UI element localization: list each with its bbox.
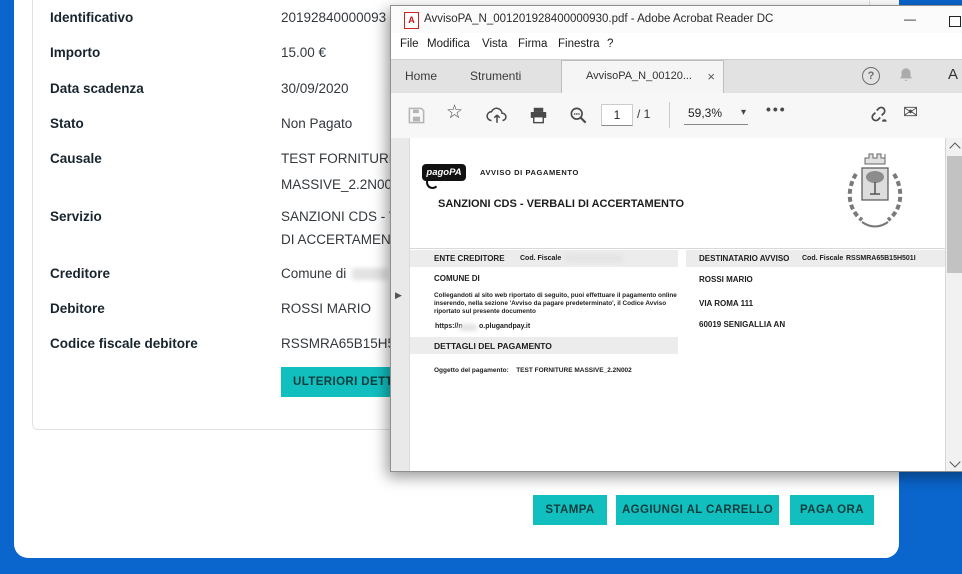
toolbar-divider	[669, 102, 670, 128]
bell-icon[interactable]	[897, 66, 915, 84]
destinatario-label: DESTINATARIO AVVISO	[699, 254, 789, 263]
pagopa-logo-tail	[426, 176, 439, 189]
stampa-button[interactable]: STAMPA	[533, 495, 607, 525]
window-title: AvvisoPA_N_001201928400000930.pdf - Adob…	[424, 13, 773, 25]
pdf-header-label: AVVISO DI PAGAMENTO	[480, 168, 579, 177]
scrollbar-thumb[interactable]	[947, 156, 962, 273]
page-number-input[interactable]: 1	[601, 104, 633, 126]
tab-home[interactable]: Home	[405, 69, 437, 83]
ente-cf-label: Cod. Fiscale	[520, 255, 561, 262]
payment-url-redacted	[460, 324, 477, 331]
menu-firma[interactable]: Firma	[518, 38, 547, 50]
creditore-redacted-text	[352, 268, 388, 280]
share-link-icon[interactable]	[868, 104, 889, 124]
field-label-servizio: Servizio	[50, 209, 102, 224]
ente-cf-redacted	[565, 255, 623, 262]
search-zoom-icon[interactable]	[569, 106, 588, 125]
ente-creditore-label: ENTE CREDITORE	[434, 254, 505, 263]
field-value-creditore: Comune di	[281, 266, 346, 281]
menu-vista[interactable]: Vista	[482, 38, 507, 50]
minimize-button[interactable]: —	[899, 12, 921, 28]
paga-ora-button[interactable]: PAGA ORA	[790, 495, 874, 525]
menu-help[interactable]: ?	[607, 38, 613, 50]
ente-paragraph-line1: Collegandoti al sito web riportato di se…	[434, 292, 677, 300]
field-value-data-scadenza: 30/09/2020	[281, 81, 349, 96]
account-label[interactable]: A	[948, 66, 958, 83]
field-value-stato: Non Pagato	[281, 116, 352, 131]
zoom-level-value: 59,3%	[688, 106, 722, 120]
oggetto-label: Oggetto del pagamento:	[434, 367, 509, 374]
destinatario-bar: DESTINATARIO AVVISO Cod. Fiscale RSSMRA6…	[686, 250, 945, 267]
window-titlebar[interactable]: A AvvisoPA_N_001201928400000930.pdf - Ad…	[391, 6, 962, 33]
menu-bar: File Modifica Vista Firma Finestra ?	[391, 33, 962, 59]
field-label-importo: Importo	[50, 45, 100, 60]
nav-expand-icon[interactable]: ▶	[395, 290, 402, 301]
pdf-title: SANZIONI CDS - VERBALI DI ACCERTAMENTO	[438, 198, 684, 210]
payment-url-prefix: https://n	[435, 323, 463, 330]
field-label-codice-fiscale: Codice fiscale debitore	[50, 336, 198, 351]
pdf-app-icon: A	[404, 12, 419, 29]
more-options-icon[interactable]: •••	[766, 101, 787, 117]
field-label-causale: Causale	[50, 151, 102, 166]
acrobat-reader-window: A AvvisoPA_N_001201928400000930.pdf - Ad…	[390, 5, 962, 472]
help-icon[interactable]: ?	[862, 67, 880, 85]
destinatario-cf-value: RSSMRA65B15H501I	[846, 255, 916, 262]
field-label-stato: Stato	[50, 116, 84, 131]
scroll-up-icon[interactable]	[949, 142, 960, 153]
page-total-label: / 1	[637, 107, 650, 121]
field-value-causale-line2: MASSIVE_2.2N002	[281, 177, 400, 192]
field-label-identificativo: Identificativo	[50, 10, 133, 25]
payment-url-suffix: o.plugandpay.it	[479, 323, 530, 330]
star-icon[interactable]: ☆	[446, 101, 463, 124]
save-icon[interactable]	[407, 106, 426, 125]
ente-name: COMUNE DI	[434, 274, 480, 283]
chevron-down-icon[interactable]: ▾	[741, 107, 746, 118]
dettagli-label: DETTAGLI DEL PAGAMENTO	[434, 341, 552, 351]
print-icon[interactable]	[529, 106, 548, 125]
field-label-debitore: Debitore	[50, 301, 105, 316]
tab-bar: Home Strumenti AvvisoPA_N_00120... × ? A	[391, 59, 962, 94]
vertical-scrollbar[interactable]	[945, 138, 962, 471]
pdf-page: pagoPA AVVISO DI PAGAMENTO SANZIONI CDS …	[410, 138, 945, 471]
cloud-upload-icon[interactable]	[486, 105, 508, 125]
tab-document[interactable]: AvvisoPA_N_00120... ×	[561, 60, 724, 93]
pdf-header-divider	[410, 248, 945, 249]
destinatario-name: ROSSI MARIO	[699, 275, 753, 284]
municipal-coat-of-arms	[840, 146, 910, 241]
field-label-creditore: Creditore	[50, 266, 110, 281]
destinatario-address: VIA ROMA 111	[699, 299, 753, 308]
ente-paragraph-line3: riportato sul presente documento	[434, 308, 536, 316]
navigation-pane-strip[interactable]: ▶	[391, 138, 410, 471]
field-value-causale-line1: TEST FORNITURE	[281, 151, 398, 166]
ente-creditore-bar: ENTE CREDITORE Cod. Fiscale	[410, 250, 678, 267]
screen: { "colors": {"accent_blue": "#0A66CC", "…	[0, 0, 962, 574]
maximize-button[interactable]	[949, 16, 961, 27]
menu-finestra[interactable]: Finestra	[558, 38, 600, 50]
menu-file[interactable]: File	[400, 38, 419, 50]
field-value-importo: 15.00 €	[281, 45, 326, 60]
oggetto-line: Oggetto del pagamento: TEST FORNITURE MA…	[434, 359, 632, 377]
tab-document-title: AvvisoPA_N_00120...	[586, 70, 692, 82]
aggiungi-al-carrello-button[interactable]: AGGIUNGI AL CARRELLO	[616, 495, 779, 525]
field-value-debitore: ROSSI MARIO	[281, 301, 371, 316]
zoom-level-control[interactable]: 59,3% ▾	[684, 104, 748, 125]
field-value-identificativo: 20192840000093	[281, 10, 386, 25]
document-viewer: ▶ pagoPA AVVISO DI PAGAMENTO SANZIONI CD…	[391, 138, 962, 471]
dettagli-bar: DETTAGLI DEL PAGAMENTO	[410, 337, 678, 354]
envelope-icon[interactable]: ✉	[903, 102, 918, 123]
tab-strumenti[interactable]: Strumenti	[470, 69, 521, 83]
tab-close-icon[interactable]: ×	[707, 69, 715, 84]
toolbar: ☆ 1 / 1 59,3% ▾ ••• ✉	[391, 93, 962, 139]
menu-modifica[interactable]: Modifica	[427, 38, 470, 50]
destinatario-city: 60019 SENIGALLIA AN	[699, 320, 785, 329]
scroll-down-icon[interactable]	[949, 456, 960, 467]
oggetto-value: TEST FORNITURE MASSIVE_2.2N002	[516, 367, 632, 374]
field-label-data-scadenza: Data scadenza	[50, 81, 144, 96]
destinatario-cf-label: Cod. Fiscale	[802, 255, 843, 262]
ente-paragraph-line2: inserendo, nella sezione 'Avviso da paga…	[434, 300, 666, 308]
